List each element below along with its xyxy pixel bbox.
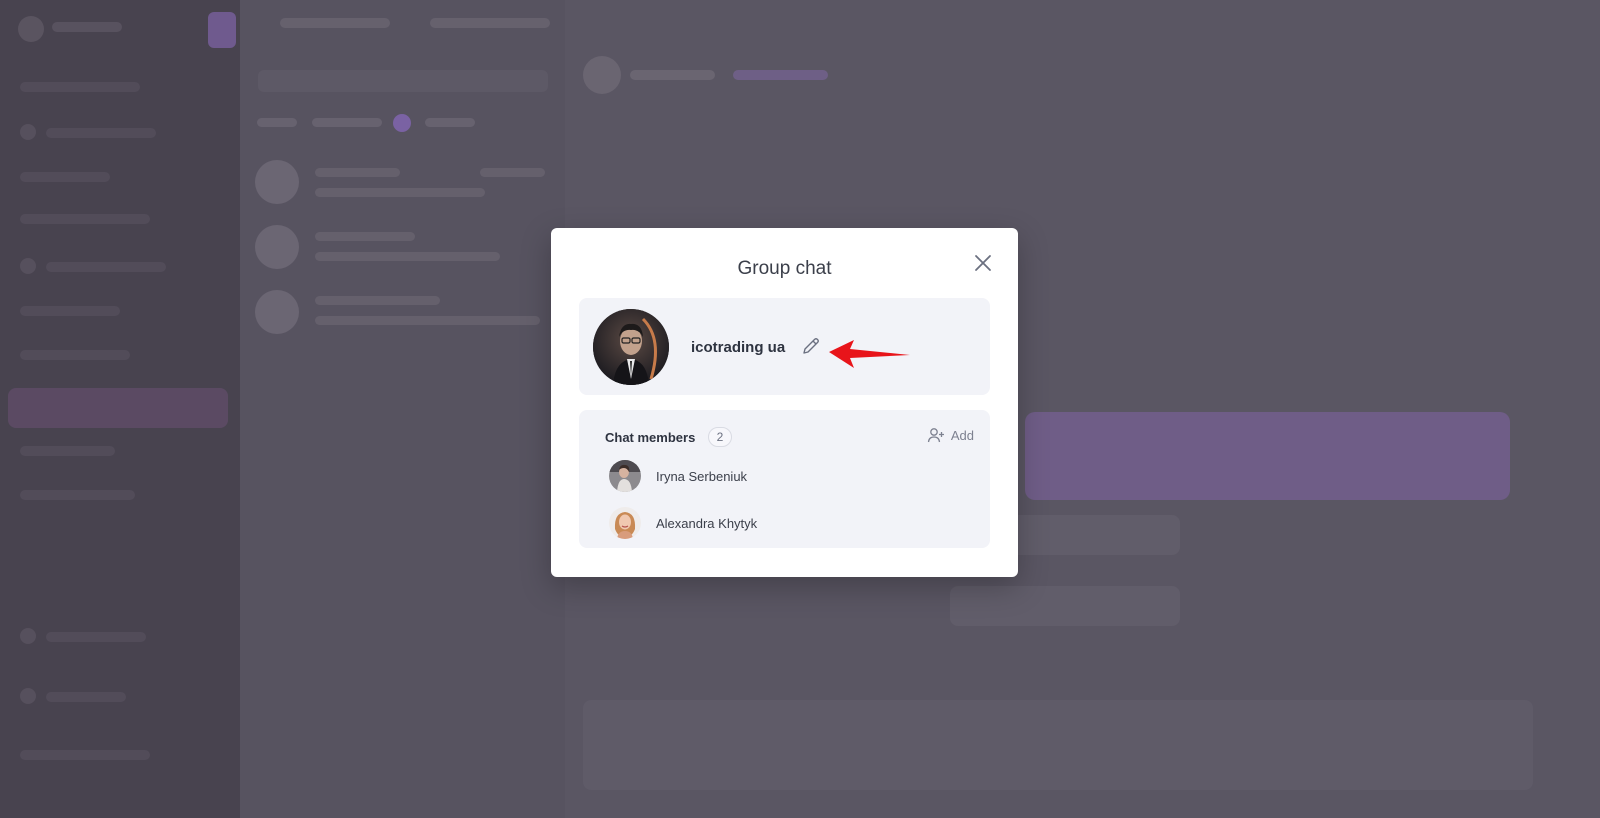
sidebar-item[interactable]: [46, 128, 156, 138]
sidebar-icon: [20, 124, 36, 140]
sidebar-item[interactable]: [20, 446, 115, 456]
list-item: [315, 252, 500, 261]
list-item[interactable]: [315, 232, 415, 241]
chat-header-avatar: [583, 56, 621, 94]
member-item[interactable]: Alexandra Khytyk: [609, 507, 757, 539]
avatar: [255, 290, 299, 334]
add-member-button[interactable]: Add: [927, 427, 974, 443]
avatar: [255, 160, 299, 204]
close-button[interactable]: [972, 252, 994, 274]
sidebar-item[interactable]: [20, 750, 150, 760]
search-input[interactable]: [258, 70, 548, 92]
chat-header-title: [630, 70, 715, 80]
sidebar-icon: [20, 258, 36, 274]
modal-title: Group chat: [737, 258, 832, 279]
list-item: [315, 188, 485, 197]
sidebar-item-active[interactable]: [8, 388, 228, 428]
sidebar-item[interactable]: [46, 262, 166, 272]
avatar: [609, 460, 641, 492]
list-item: [315, 316, 540, 325]
sidebar-icon: [20, 628, 36, 644]
group-chat-modal: Group chat icotrading ua Chat members 2 …: [551, 228, 1018, 577]
chat-members-card: Chat members 2 Add Iryna Serbeniuk Alexa…: [579, 410, 990, 548]
sidebar-item[interactable]: [20, 350, 130, 360]
sidebar: [0, 0, 240, 818]
tab[interactable]: [430, 18, 550, 28]
app-logo-text: [52, 22, 122, 32]
message-input[interactable]: [583, 700, 1533, 790]
filter[interactable]: [425, 118, 475, 127]
add-member-label: Add: [950, 427, 974, 443]
list-item: [480, 168, 545, 177]
filter[interactable]: [257, 118, 297, 127]
member-name: Alexandra Khytyk: [656, 515, 758, 531]
chat-header-tag[interactable]: [733, 70, 828, 80]
sidebar-item[interactable]: [20, 490, 135, 500]
message-chip[interactable]: [1005, 515, 1180, 555]
message-bubble: [1025, 412, 1510, 500]
sidebar-item[interactable]: [46, 692, 126, 702]
member-name: Iryna Serbeniuk: [656, 468, 748, 484]
avatar: [255, 225, 299, 269]
sidebar-item[interactable]: [20, 172, 110, 182]
group-name: icotrading ua: [691, 339, 786, 356]
count-badge: [393, 114, 411, 132]
members-count-badge: 2: [708, 427, 732, 447]
red-arrow-annotation: [829, 340, 910, 368]
pencil-icon: [803, 338, 819, 354]
edit-name-button[interactable]: [801, 336, 821, 356]
list-item[interactable]: [315, 296, 440, 305]
add-user-icon: [927, 428, 944, 443]
tab[interactable]: [280, 18, 390, 28]
group-avatar[interactable]: [593, 309, 669, 385]
sidebar-item[interactable]: [46, 632, 146, 642]
app-logo: [18, 16, 44, 42]
sidebar-item[interactable]: [20, 214, 150, 224]
members-label: Chat members: [605, 430, 696, 445]
sidebar-item[interactable]: [20, 82, 140, 92]
list-item[interactable]: [315, 168, 400, 177]
message-chip[interactable]: [950, 586, 1180, 626]
group-avatar-image: [593, 309, 669, 385]
sidebar-item[interactable]: [20, 306, 120, 316]
group-info-card: icotrading ua: [579, 298, 990, 395]
sidebar-icon: [20, 688, 36, 704]
close-icon: [975, 255, 991, 271]
filter[interactable]: [312, 118, 382, 127]
avatar: [609, 507, 641, 539]
member-item[interactable]: Iryna Serbeniuk: [609, 460, 747, 492]
sidebar-toggle-button[interactable]: [208, 12, 236, 48]
